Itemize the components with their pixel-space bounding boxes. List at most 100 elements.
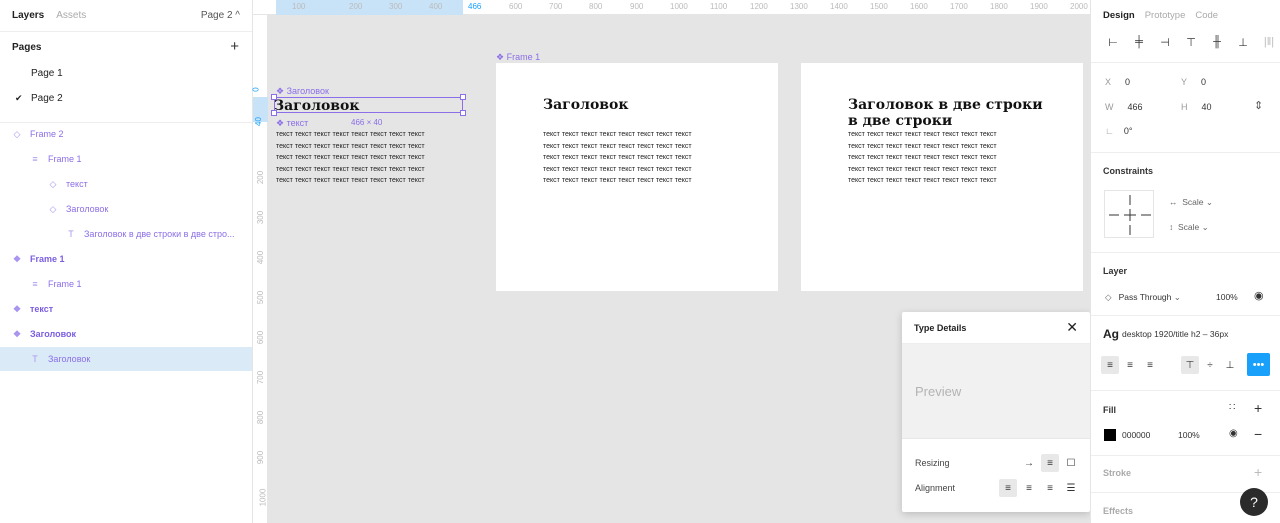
ruler-tick: 1000 [670, 2, 688, 11]
fixed-size-icon[interactable]: ☐ [1062, 454, 1080, 472]
constraints-widget[interactable] [1104, 190, 1154, 238]
rotation-field[interactable]: ∟ 0° [1105, 126, 1132, 136]
tab-design[interactable]: Design [1103, 10, 1135, 21]
align-left-icon[interactable]: ≡ [999, 479, 1017, 497]
layer-row[interactable]: T Заголовок [0, 347, 252, 371]
component-label-heading[interactable]: ❖ Заголовок [276, 86, 329, 97]
ruler-tick: 0 [251, 87, 261, 92]
frame-2[interactable]: Заголовок в две строки в две строки текс… [801, 63, 1083, 291]
frame-1[interactable]: Заголовок текст текст текст текст текст … [496, 63, 778, 291]
width-field[interactable]: W 466 [1105, 102, 1143, 112]
ruler-tick: 600 [256, 330, 266, 345]
ruler-tick: 1600 [910, 2, 928, 11]
ruler-tick: 1000 [258, 488, 268, 507]
layer-label: Заголовок [30, 329, 77, 339]
help-button[interactable]: ? [1240, 488, 1268, 516]
align-bottom-icon[interactable]: ⊥ [1233, 36, 1253, 49]
resize-handle[interactable] [271, 94, 277, 100]
auto-width-icon[interactable]: → [1020, 454, 1038, 472]
align-center-icon[interactable]: ≡ [1020, 479, 1038, 497]
component-layer-icon: ❖ [12, 328, 22, 339]
text-layer-icon: T [68, 229, 74, 239]
visibility-eye-icon[interactable]: ◉ [1254, 289, 1264, 302]
divider [1091, 252, 1280, 253]
align-v-center-icon[interactable]: ╫ [1207, 36, 1227, 49]
align-top-icon[interactable]: ⊤ [1181, 36, 1201, 49]
ruler-tick: 40 [253, 117, 263, 126]
vertical-align-top-icon[interactable]: ⊤ [1181, 356, 1199, 374]
y-field[interactable]: Y0 [1181, 77, 1206, 87]
layer-row[interactable]: ❖ Frame 1 [0, 247, 252, 271]
ruler-tick: 1700 [950, 2, 968, 11]
blend-mode-select[interactable]: ◇ Pass Through ⌄ [1105, 292, 1181, 303]
fill-eye-icon[interactable]: ◉ [1229, 428, 1238, 439]
layer-row[interactable]: T Заголовок в две строки в две стро... [0, 222, 252, 246]
text-align-center-icon[interactable]: ≡ [1121, 356, 1139, 374]
vertical-align-middle-icon[interactable]: ÷ [1201, 356, 1219, 374]
tab-prototype[interactable]: Prototype [1145, 10, 1186, 21]
tab-assets[interactable]: Assets [56, 10, 86, 21]
ruler-tick: 900 [630, 2, 644, 11]
layer-row[interactable]: ❖ текст [0, 297, 252, 321]
align-h-center-icon[interactable]: ╪ [1129, 36, 1149, 49]
layer-row[interactable]: ❖ Заголовок [0, 322, 252, 346]
fill-hex[interactable]: 000000 [1122, 430, 1150, 440]
tab-layers[interactable]: Layers [12, 10, 44, 21]
align-right-icon[interactable]: ⊣ [1155, 36, 1175, 49]
add-page-icon[interactable]: + [230, 39, 239, 54]
fill-heading: Fill [1103, 405, 1116, 415]
fill-swatch[interactable] [1104, 429, 1116, 441]
constrain-proportions-icon[interactable]: ⇕ [1254, 99, 1263, 112]
add-stroke-icon[interactable]: + [1254, 464, 1262, 480]
canvas-body-text[interactable]: текст текст текст текст текст текст текс… [276, 129, 425, 187]
text-align-left-icon[interactable]: ≡ [1101, 356, 1119, 374]
auto-height-icon[interactable]: ≡ [1041, 454, 1059, 472]
resize-handle[interactable] [460, 110, 466, 116]
layer-row[interactable]: ◇ Frame 2 [0, 122, 252, 146]
layer-opacity[interactable]: 100% [1216, 292, 1238, 302]
layer-row[interactable]: ◇ Заголовок [0, 197, 252, 221]
x-field[interactable]: X0 [1105, 77, 1130, 87]
properties-panel: Design Prototype Code ⊢ ╪ ⊣ ⊤ ╫ ⊥ |‖| X0… [1090, 0, 1280, 523]
frame-label[interactable]: ❖ Frame 1 [496, 52, 540, 63]
vertical-align-bottom-icon[interactable]: ⊥ [1221, 356, 1239, 374]
add-fill-icon[interactable]: + [1254, 400, 1262, 416]
fill-opacity[interactable]: 100% [1178, 430, 1200, 440]
tab-code[interactable]: Code [1195, 10, 1218, 21]
component-label-text[interactable]: ❖ текст [276, 118, 308, 129]
horizontal-constraint-select[interactable]: ↔ Scale ⌄ [1169, 197, 1213, 208]
frame-2-heading[interactable]: Заголовок в две строки в две строки [848, 97, 1043, 129]
frame-1-body[interactable]: текст текст текст текст текст текст текс… [543, 129, 692, 187]
frame-icon: ❖ [496, 52, 507, 62]
layer-label: Frame 1 [30, 254, 65, 264]
more-options-button[interactable]: ••• [1247, 353, 1270, 376]
close-icon[interactable]: ✕ [1066, 319, 1078, 336]
page-item-2[interactable]: Page 2 [31, 93, 63, 104]
ruler-tick: 400 [429, 2, 443, 11]
text-style-name[interactable]: desktop 1920/title h2 – 36px [1122, 329, 1228, 339]
remove-fill-icon[interactable]: − [1254, 426, 1262, 442]
height-field[interactable]: H 40 [1181, 102, 1212, 112]
align-right-icon[interactable]: ≡ [1041, 479, 1059, 497]
page-item-1[interactable]: Page 1 [31, 68, 63, 79]
distribute-icon[interactable]: |‖| [1259, 36, 1279, 49]
component-layer-icon: ❖ [12, 253, 22, 264]
frame-1-heading[interactable]: Заголовок [543, 97, 628, 113]
frame-2-body[interactable]: текст текст текст текст текст текст текс… [848, 129, 997, 187]
stroke-heading: Stroke [1103, 468, 1132, 478]
align-left-icon[interactable]: ⊢ [1103, 36, 1123, 49]
ruler-tick: 1500 [870, 2, 888, 11]
layer-row[interactable]: ≡ Frame 1 [0, 147, 252, 171]
ruler-tick: 600 [509, 2, 523, 11]
resize-handle[interactable] [271, 110, 277, 116]
checkmark-icon: ✔ [15, 93, 23, 103]
vertical-constraint-select[interactable]: ↕ Scale ⌄ [1169, 222, 1209, 233]
resize-handle[interactable] [460, 94, 466, 100]
page-switcher[interactable]: Page 2 ^ [201, 10, 240, 21]
text-align-right-icon[interactable]: ≡ [1141, 356, 1159, 374]
layer-row[interactable]: ◇ текст [0, 172, 252, 196]
align-justify-icon[interactable]: ☰ [1062, 479, 1080, 497]
styles-grid-icon[interactable]: ∷ [1229, 402, 1235, 413]
layer-row[interactable]: ≡ Frame 1 [0, 272, 252, 296]
text-style-icon: Ag [1103, 327, 1119, 341]
